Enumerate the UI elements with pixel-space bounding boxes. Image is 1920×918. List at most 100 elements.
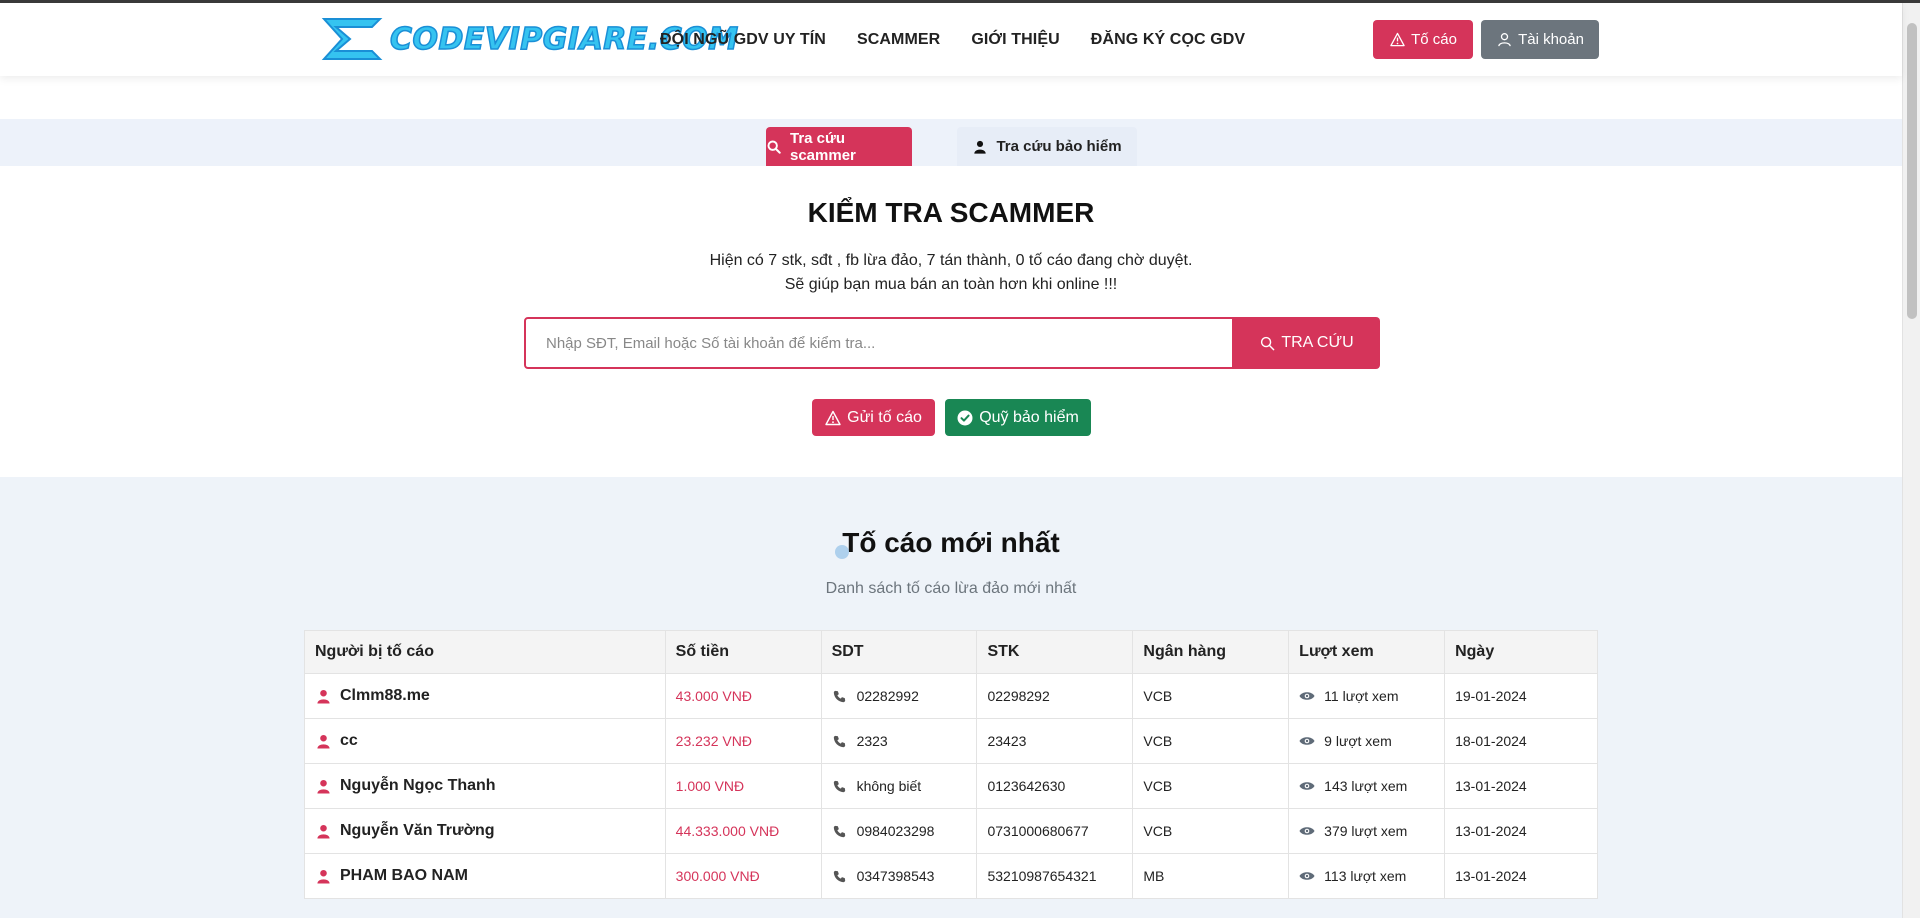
phone-cell: 0347398543 xyxy=(820,853,978,899)
phone-cell: không biết xyxy=(820,763,978,809)
tab-insurance-label: Tra cứu bảo hiểm xyxy=(996,138,1122,155)
insurance-fund-button[interactable]: Quỹ bảo hiểm xyxy=(945,399,1091,436)
date-cell: 13-01-2024 xyxy=(1444,808,1598,854)
tab-scammer-label: Tra cứu scammer xyxy=(790,129,856,164)
search-button-label: TRA CỨU xyxy=(1281,334,1354,351)
views-value: 379 lượt xem xyxy=(1324,823,1408,839)
account-cell: 53210987654321 xyxy=(976,853,1134,899)
date-cell: 13-01-2024 xyxy=(1444,853,1598,899)
page-title: KIỂM TRA SCAMMER xyxy=(807,197,1095,228)
warning-icon xyxy=(1389,32,1405,48)
logo-mark-icon xyxy=(321,18,383,60)
views-cell: 113 lượt xem xyxy=(1288,853,1446,899)
eye-icon xyxy=(1299,778,1315,794)
nav-item-register-deposit[interactable]: ĐĂNG KÝ CỌC GDV xyxy=(1091,31,1245,49)
user-icon xyxy=(1496,32,1512,48)
amount-cell: 23.232 VNĐ xyxy=(664,718,822,764)
col-views: Lượt xem xyxy=(1288,630,1446,674)
tab-insurance-lookup[interactable]: Tra cứu bảo hiểm xyxy=(957,127,1137,166)
loading-dot xyxy=(835,545,849,559)
phone-value: 2323 xyxy=(856,733,888,749)
send-report-button[interactable]: Gửi tố cáo xyxy=(812,399,935,436)
site-header: CODEVIPGIARE.COM ĐỘI NGŨ GDV UY TÍN SCAM… xyxy=(0,3,1902,76)
reported-person-cell[interactable]: Clmm88.me xyxy=(304,673,666,719)
views-cell: 11 lượt xem xyxy=(1288,673,1446,719)
latest-reports-title: Tố cáo mới nhất xyxy=(842,527,1060,558)
phone-cell: 02282992 xyxy=(820,673,978,719)
search-icon xyxy=(1259,335,1275,351)
eye-icon xyxy=(1299,688,1315,704)
search-button[interactable]: TRA CỨU xyxy=(1233,317,1380,369)
scrollbar-thumb[interactable] xyxy=(1907,23,1917,319)
tab-scammer-lookup[interactable]: Tra cứu scammer xyxy=(766,127,912,166)
col-bank: Ngân hàng xyxy=(1132,630,1290,674)
reported-person-name: Clmm88.me xyxy=(340,687,430,704)
amount-cell: 1.000 VNĐ xyxy=(664,763,822,809)
tagline-text: Sẽ giúp bạn mua bán an toàn hơn khi onli… xyxy=(784,276,1118,293)
table-row[interactable]: Nguyễn Văn Trường 44.333.000 VNĐ 0984023… xyxy=(304,808,1598,854)
table-row[interactable]: Nguyễn Ngọc Thanh 1.000 VNĐ không biết 0… xyxy=(304,763,1598,809)
latest-reports-subtitle: Danh sách tố cáo lừa đảo mới nhất xyxy=(825,580,1077,597)
col-reported-person: Người bị tố cáo xyxy=(304,630,666,674)
phone-cell: 2323 xyxy=(820,718,978,764)
nav-item-trusted-gdv[interactable]: ĐỘI NGŨ GDV UY TÍN xyxy=(660,31,826,49)
views-cell: 9 lượt xem xyxy=(1288,718,1446,764)
insurance-fund-label: Quỹ bảo hiểm xyxy=(979,408,1079,426)
date-cell: 18-01-2024 xyxy=(1444,718,1598,764)
phone-cell: 0984023298 xyxy=(820,808,978,854)
nav-item-scammer[interactable]: SCAMMER xyxy=(857,31,940,49)
reported-person-cell[interactable]: cc xyxy=(304,718,666,764)
main-nav: ĐỘI NGŨ GDV UY TÍN SCAMMER GIỚI THIỆU ĐĂ… xyxy=(660,31,1276,49)
phone-value: không biết xyxy=(856,778,922,794)
eye-icon xyxy=(1299,823,1315,839)
site-logo[interactable]: CODEVIPGIARE.COM xyxy=(320,13,739,65)
account-cell: 02298292 xyxy=(976,673,1134,719)
reported-person-cell[interactable]: PHAM BAO NAM xyxy=(304,853,666,899)
report-button[interactable]: Tố cáo xyxy=(1373,20,1473,59)
phone-icon xyxy=(832,733,848,749)
amount-cell: 44.333.000 VNĐ xyxy=(664,808,822,854)
user-solid-icon xyxy=(972,139,988,155)
views-value: 9 lượt xem xyxy=(1324,733,1392,749)
bank-cell: MB xyxy=(1132,853,1290,899)
user-icon xyxy=(315,733,331,749)
report-button-label: Tố cáo xyxy=(1411,31,1457,48)
table-header-row: Người bị tố cáo Số tiền SDT STK Ngân hàn… xyxy=(304,630,1598,674)
views-cell: 379 lượt xem xyxy=(1288,808,1446,854)
nav-item-about[interactable]: GIỚI THIỆU xyxy=(971,31,1059,49)
user-icon xyxy=(315,823,331,839)
account-cell: 0731000680677 xyxy=(976,808,1134,854)
col-amount: Số tiền xyxy=(664,630,822,674)
table-row[interactable]: PHAM BAO NAM 300.000 VNĐ 0347398543 5321… xyxy=(304,853,1598,899)
search-input[interactable] xyxy=(526,319,1232,367)
account-cell: 23423 xyxy=(976,718,1134,764)
table-row[interactable]: Clmm88.me 43.000 VNĐ 02282992 02298292 V… xyxy=(304,673,1598,719)
bank-cell: VCB xyxy=(1132,673,1290,719)
reported-person-name: Nguyễn Văn Trường xyxy=(340,822,495,839)
bank-cell: VCB xyxy=(1132,718,1290,764)
phone-icon xyxy=(832,823,848,839)
account-cell: 0123642630 xyxy=(976,763,1134,809)
views-value: 143 lượt xem xyxy=(1324,778,1408,794)
date-cell: 19-01-2024 xyxy=(1444,673,1598,719)
user-icon xyxy=(315,688,331,704)
col-account: STK xyxy=(976,630,1134,674)
page-scrollbar[interactable] xyxy=(1902,3,1920,918)
search-field-wrapper xyxy=(524,317,1234,369)
reported-person-name: cc xyxy=(340,732,358,749)
reported-person-cell[interactable]: Nguyễn Văn Trường xyxy=(304,808,666,854)
eye-icon xyxy=(1299,733,1315,749)
warning-icon xyxy=(825,410,841,426)
amount-cell: 43.000 VNĐ xyxy=(664,673,822,719)
reports-table: Người bị tố cáo Số tiền SDT STK Ngân hàn… xyxy=(304,630,1598,899)
reported-person-cell[interactable]: Nguyễn Ngọc Thanh xyxy=(304,763,666,809)
search-icon xyxy=(766,139,782,155)
send-report-label: Gửi tố cáo xyxy=(847,408,922,426)
table-row[interactable]: cc 23.232 VNĐ 2323 23423 VCB 9 lượt xem … xyxy=(304,718,1598,764)
phone-icon xyxy=(832,688,848,704)
bank-cell: VCB xyxy=(1132,763,1290,809)
account-button[interactable]: Tài khoản xyxy=(1481,20,1599,59)
stats-text: Hiện có 7 stk, sđt , fb lừa đảo, 7 tán t… xyxy=(709,252,1193,269)
phone-icon xyxy=(832,868,848,884)
phone-icon xyxy=(832,778,848,794)
